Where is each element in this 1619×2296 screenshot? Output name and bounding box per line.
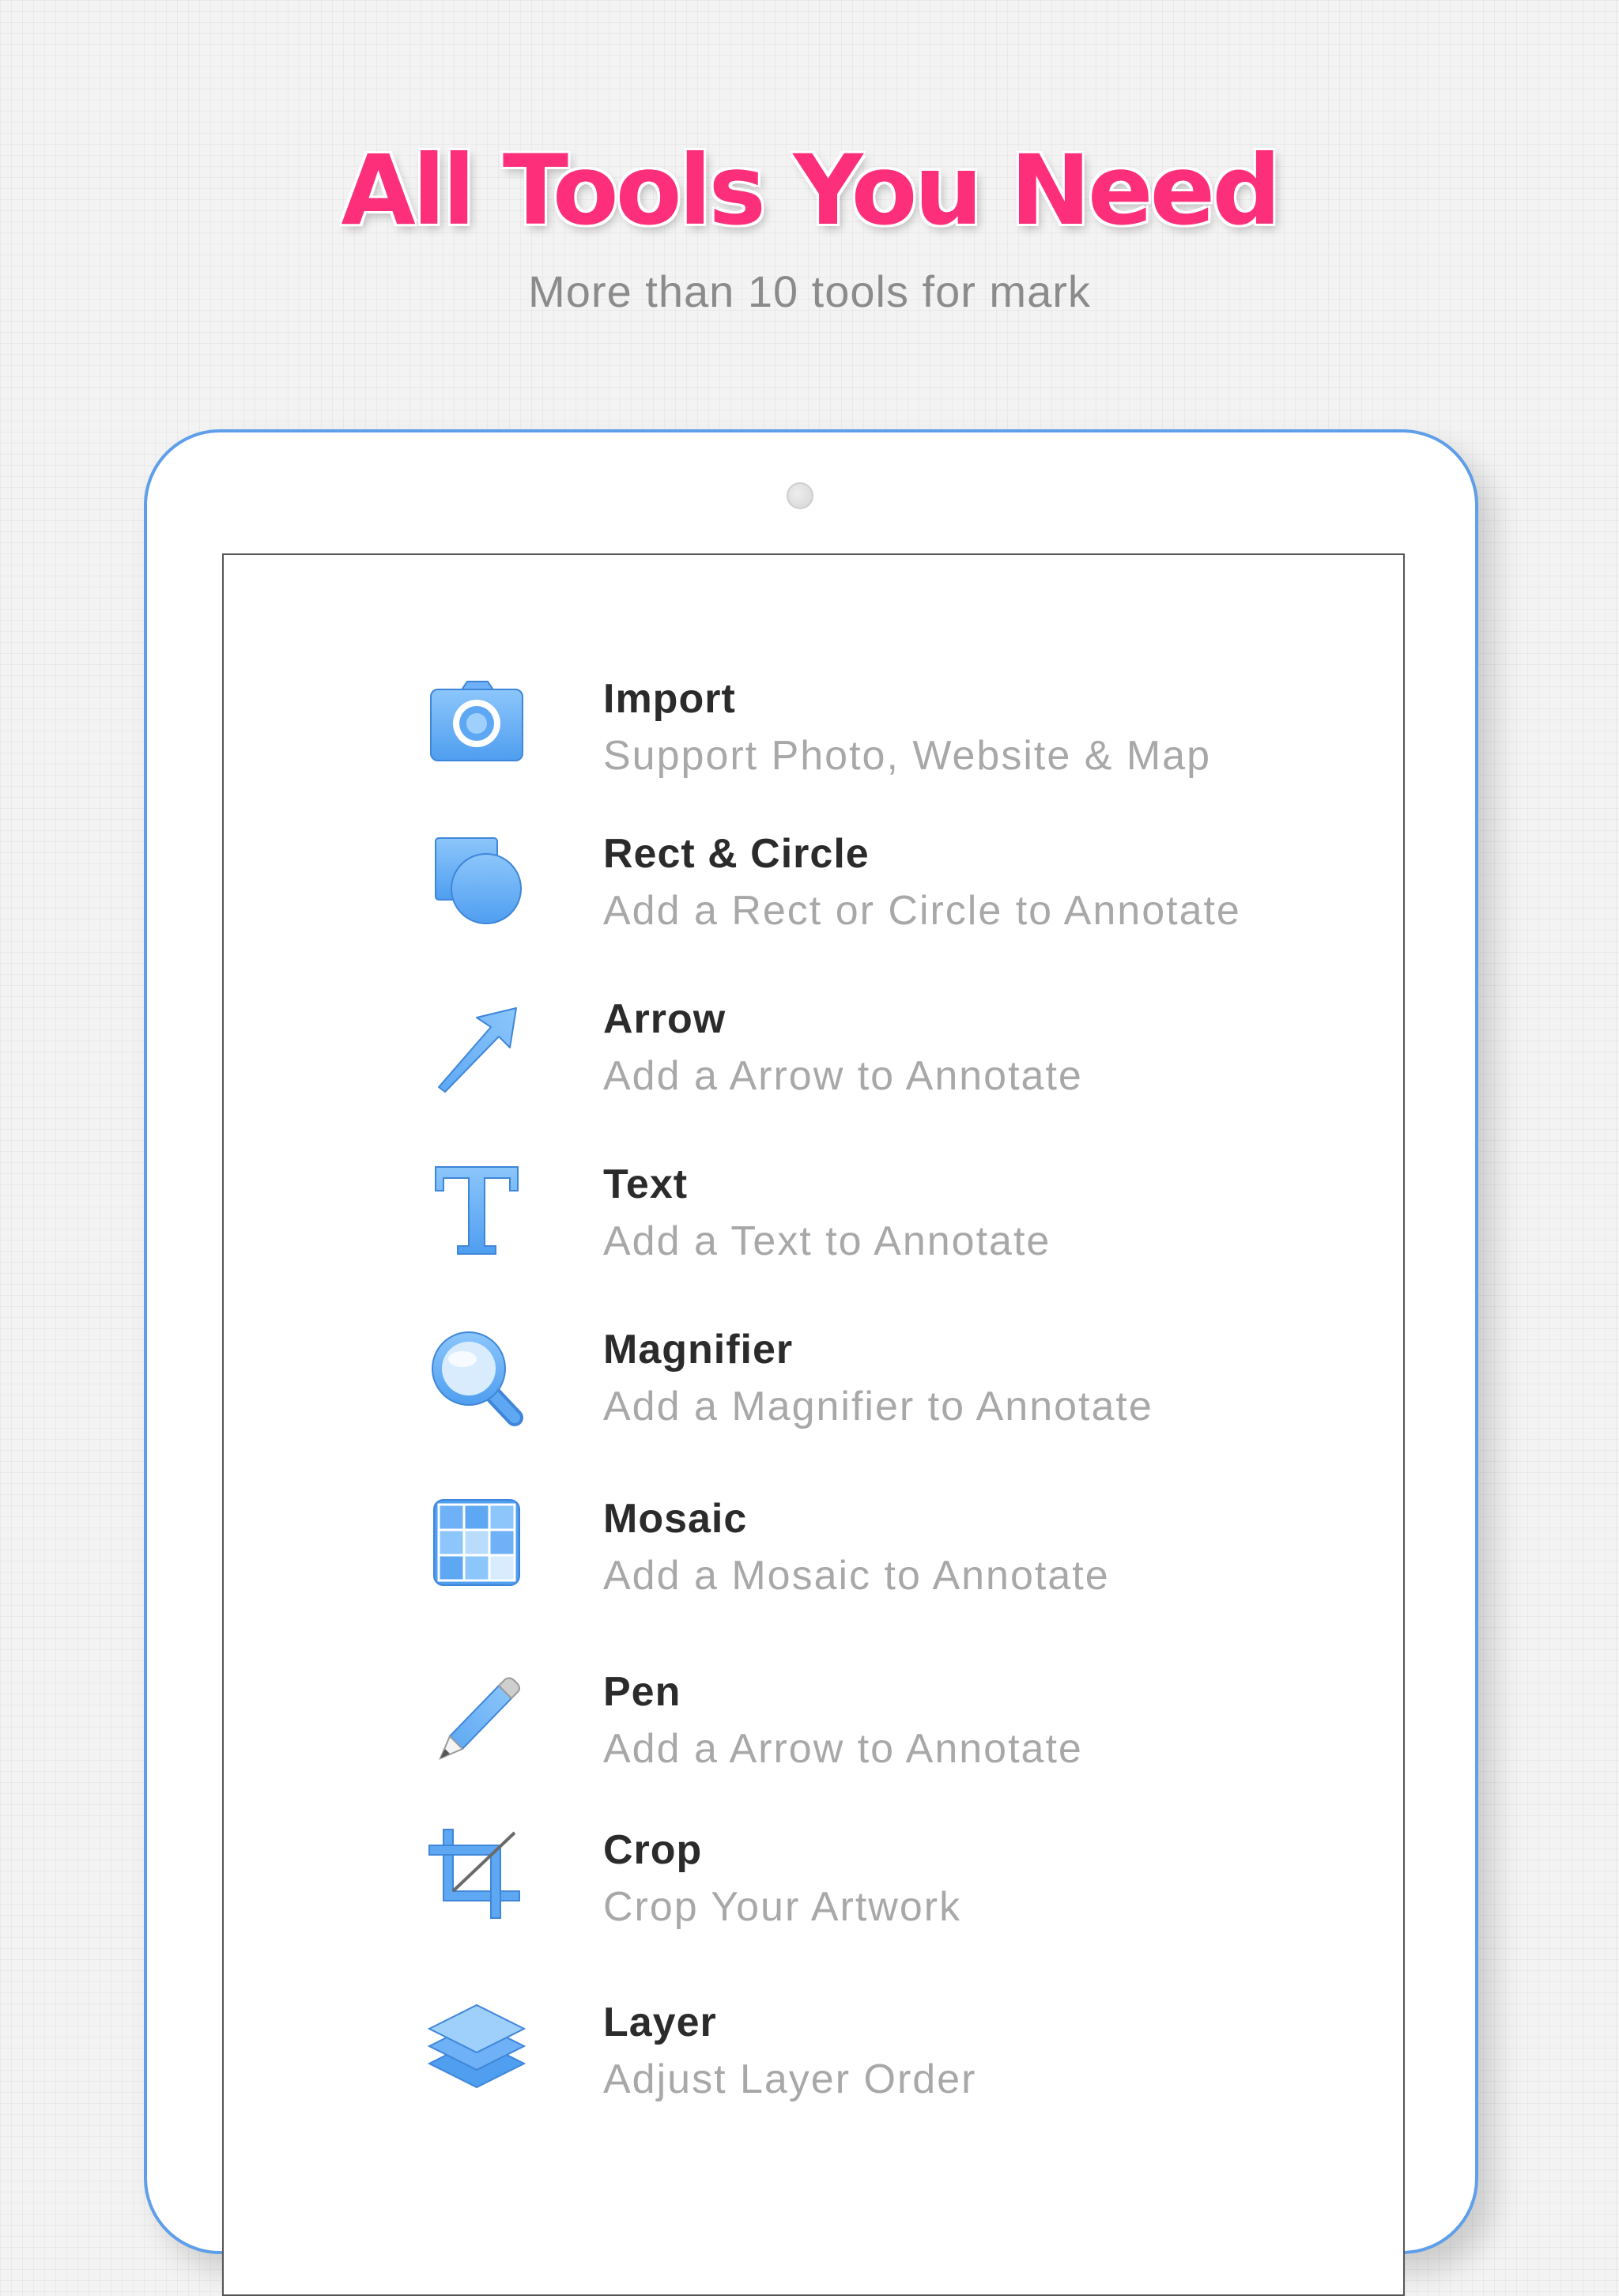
tool-item-arrow[interactable]: Arrow Add a Arrow to Annotate — [224, 981, 1403, 1108]
tool-item-import[interactable]: Import Support Photo, Website & Map — [224, 661, 1403, 787]
rect-circle-icon — [421, 829, 532, 931]
tool-title: Crop — [603, 1827, 703, 1873]
headline-subtitle: More than 10 tools for mark — [528, 266, 1091, 316]
tool-title: Import — [603, 676, 736, 722]
front-camera — [787, 482, 813, 509]
layer-icon — [421, 1997, 532, 2100]
headline-title: All Tools You Need — [341, 134, 1281, 247]
tool-title: Magnifier — [603, 1327, 794, 1373]
text-icon — [421, 1159, 532, 1262]
tool-description: Add a Magnifier to Annotate — [603, 1384, 1153, 1429]
pen-icon — [421, 1667, 532, 1769]
tool-title: Mosaic — [603, 1496, 748, 1542]
tool-title: Arrow — [603, 996, 726, 1042]
tool-item-crop[interactable]: Crop Crop Your Artwork — [224, 1812, 1403, 1939]
mosaic-icon — [421, 1494, 532, 1596]
tool-item-pen[interactable]: Pen Add a Arrow to Annotate — [224, 1654, 1403, 1781]
tool-item-layer[interactable]: Layer Adjust Layer Order — [224, 1984, 1403, 2111]
tool-title: Text — [603, 1161, 689, 1207]
tablet-device-frame: Import Support Photo, Website & Map Rect… — [144, 429, 1478, 2296]
tool-description: Adjust Layer Order — [603, 2056, 977, 2102]
tool-description: Add a Text to Annotate — [603, 1218, 1051, 1264]
tool-description: Add a Arrow to Annotate — [603, 1726, 1083, 1772]
arrow-icon — [421, 994, 532, 1097]
tool-item-text[interactable]: Text Add a Text to Annotate — [224, 1146, 1403, 1273]
tool-item-mosaic[interactable]: Mosaic Add a Mosaic to Annotate — [224, 1481, 1403, 1607]
tool-title: Pen — [603, 1669, 681, 1715]
tool-description: Add a Mosaic to Annotate — [603, 1553, 1110, 1599]
tool-description: Add a Arrow to Annotate — [603, 1053, 1083, 1099]
tablet-screen: Import Support Photo, Website & Map Rect… — [222, 553, 1405, 2296]
crop-icon — [421, 1825, 532, 1928]
tool-item-magnifier[interactable]: Magnifier Add a Magnifier to Annotate — [224, 1312, 1403, 1438]
tool-description: Crop Your Artwork — [603, 1884, 962, 1930]
tool-title: Layer — [603, 2000, 717, 2045]
camera-icon — [421, 674, 532, 776]
tool-title: Rect & Circle — [603, 831, 870, 877]
tool-item-rect-circle[interactable]: Rect & Circle Add a Rect or Circle to An… — [224, 816, 1403, 942]
magnifier-icon — [421, 1324, 532, 1427]
tool-description: Add a Rect or Circle to Annotate — [603, 888, 1241, 934]
tool-description: Support Photo, Website & Map — [603, 733, 1211, 779]
